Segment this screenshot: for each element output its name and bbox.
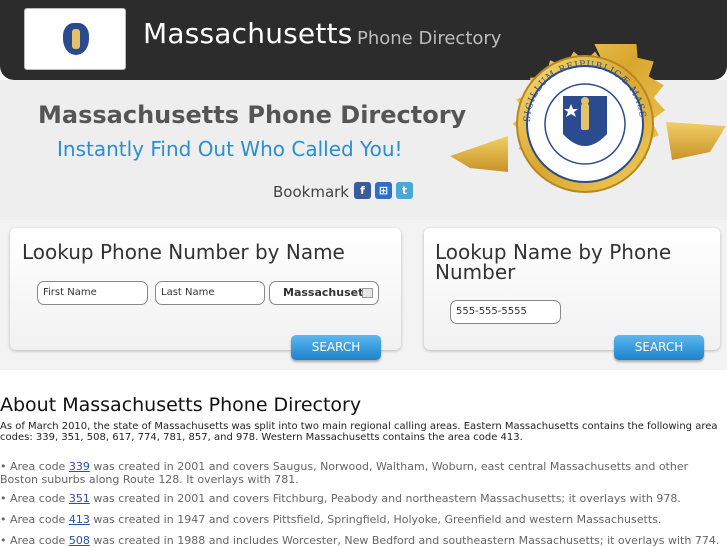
bookmark-label: Bookmark bbox=[273, 183, 349, 201]
area-code-link[interactable]: 508 bbox=[69, 534, 90, 547]
list-item: • Area code 339 was created in 2001 and … bbox=[0, 460, 689, 486]
state-select[interactable]: Massachusett bbox=[269, 281, 379, 305]
lookup-by-phone-title: Lookup Name by Phone Number bbox=[435, 240, 672, 284]
list-item: • Area code 413 was created in 1947 and … bbox=[0, 513, 662, 526]
page-title: Massachusetts Phone Directory bbox=[38, 101, 467, 129]
first-name-input[interactable]: First Name bbox=[37, 281, 148, 305]
area-code-link[interactable]: 339 bbox=[69, 460, 90, 473]
lookup-by-name-panel: Lookup Phone Number by Name First Name L… bbox=[10, 228, 401, 360]
massachusetts-state-seal-icon: SIGILLUM REIPUBLICÆ MASSACHUSETTENSIS bbox=[448, 44, 726, 193]
massachusetts-flag-icon[interactable] bbox=[24, 8, 126, 70]
last-name-input[interactable]: Last Name bbox=[155, 281, 265, 305]
dropdown-arrow-icon bbox=[362, 288, 373, 298]
area-code-link[interactable]: 351 bbox=[69, 492, 90, 505]
search-by-name-button[interactable]: SEARCH bbox=[291, 335, 381, 360]
list-item: • Area code 508 was created in 1988 and … bbox=[0, 534, 720, 547]
facebook-icon[interactable]: f bbox=[354, 182, 371, 199]
search-by-phone-button[interactable]: SEARCH bbox=[614, 335, 704, 360]
state-select-value: Massachusett bbox=[283, 286, 369, 299]
twitter-icon[interactable]: t bbox=[396, 182, 413, 199]
area-code-link[interactable]: 413 bbox=[69, 513, 90, 526]
lookup-by-phone-panel: Lookup Name by Phone Number 555-555-5555… bbox=[424, 228, 720, 360]
site-title[interactable]: Massachusetts bbox=[143, 17, 353, 50]
windows-live-icon[interactable]: ⊞ bbox=[375, 182, 392, 199]
about-intro: As of March 2010, the state of Massachus… bbox=[0, 421, 718, 443]
list-item: • Area code 351 was created in 2001 and … bbox=[0, 492, 681, 505]
lookup-by-name-title: Lookup Phone Number by Name bbox=[22, 240, 345, 264]
page-tagline: Instantly Find Out Who Called You! bbox=[57, 137, 403, 161]
phone-number-input[interactable]: 555-555-5555 bbox=[450, 300, 561, 324]
about-heading: About Massachusetts Phone Directory bbox=[0, 394, 362, 416]
flag-crest-icon bbox=[63, 23, 89, 55]
